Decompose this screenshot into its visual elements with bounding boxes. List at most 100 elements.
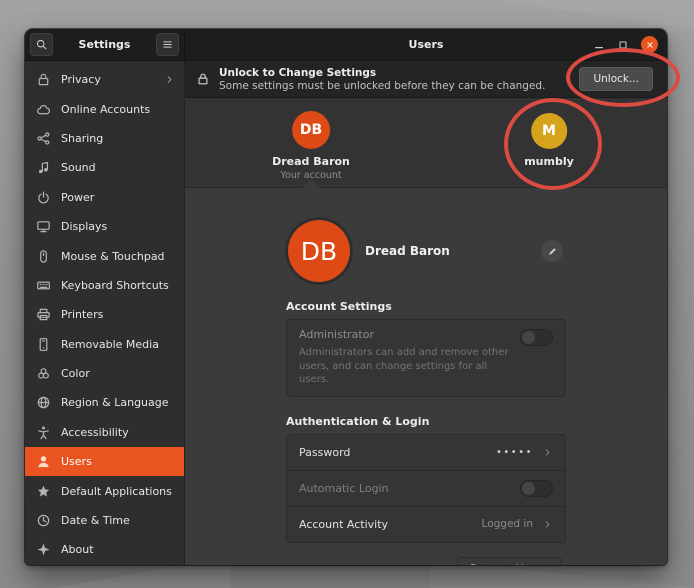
authentication-card: Password ••••• Automatic Login Account A… [286, 434, 566, 543]
power-icon [36, 190, 51, 205]
toggle-knob [522, 482, 535, 495]
remove-user-button[interactable]: Remove User... [457, 557, 562, 566]
automatic-login-toggle[interactable] [520, 480, 553, 497]
sidebar-item-label: Printers [61, 308, 103, 321]
carousel-selected-notch [302, 179, 320, 188]
carousel-user-current[interactable]: DB Dread Baron Your account [272, 111, 350, 181]
search-icon [35, 38, 48, 51]
online-accounts-icon [36, 102, 51, 117]
sidebar-header: Settings [25, 29, 185, 60]
sidebar-item-accessibility[interactable]: Accessibility [25, 418, 184, 447]
minimize-icon [593, 39, 605, 51]
sidebar-item-label: Power [61, 191, 94, 204]
administrator-label: Administrator [299, 328, 553, 341]
wallpaper-shape [494, 0, 694, 29]
chevron-right-icon [542, 447, 553, 458]
account-activity-row[interactable]: Account Activity Logged in [287, 506, 565, 542]
profile-avatar: DB [288, 220, 350, 282]
maximize-button[interactable] [617, 39, 629, 51]
user-detail-panel: DB Dread Baron Account Settings Administ… [185, 188, 667, 565]
sidebar-item-power[interactable]: Power [25, 183, 184, 212]
toggle-knob [522, 331, 535, 344]
chevron-right-icon [164, 74, 175, 85]
sidebar-item-users[interactable]: Users [25, 447, 184, 476]
administrator-toggle[interactable] [520, 329, 553, 346]
sidebar-list: Privacy Online Accounts Sharing Sound Power D… [25, 65, 184, 565]
unlock-button[interactable]: Unlock... [579, 67, 653, 91]
carousel-current-name: Dread Baron [272, 155, 350, 168]
chevron-right-icon [542, 519, 553, 530]
maximize-icon [617, 39, 629, 51]
sidebar-item-keyboard-shortcuts[interactable]: Keyboard Shortcuts [25, 271, 184, 300]
sidebar-item-sound[interactable]: Sound [25, 153, 184, 182]
sidebar-item-default-applications[interactable]: Default Applications [25, 476, 184, 505]
sidebar-item-label: Privacy [61, 73, 101, 86]
sidebar-item-label: Region & Language [61, 396, 169, 409]
sidebar-item-label: Displays [61, 220, 107, 233]
account-activity-value: Logged in [482, 518, 533, 530]
close-icon [645, 40, 655, 50]
password-row[interactable]: Password ••••• [287, 435, 565, 470]
keyboard-icon [36, 278, 51, 293]
administrator-card: Administrator Administrators can add and… [286, 319, 566, 397]
sidebar-item-mouse-touchpad[interactable]: Mouse & Touchpad [25, 241, 184, 270]
privacy-icon [36, 72, 51, 87]
settings-window: Settings Users Privacy Online Accounts Sha… [25, 29, 667, 565]
printers-icon [36, 307, 51, 322]
unlock-banner: Unlock to Change Settings Some settings … [185, 61, 667, 98]
sidebar-item-label: Default Applications [61, 485, 172, 498]
sidebar-item-about[interactable]: About [25, 535, 184, 564]
sidebar-item-displays[interactable]: Displays [25, 212, 184, 241]
carousel-other-avatar: M [531, 113, 567, 149]
page-title: Users [409, 38, 444, 51]
titlebar: Settings Users [25, 29, 667, 61]
carousel-current-avatar: DB [292, 111, 330, 149]
users-icon [36, 454, 51, 469]
minimize-button[interactable] [593, 39, 605, 51]
sidebar-item-removable-media[interactable]: Removable Media [25, 330, 184, 359]
sidebar-item-online-accounts[interactable]: Online Accounts [25, 94, 184, 123]
sidebar-item-label: Users [61, 455, 92, 468]
region-icon [36, 395, 51, 410]
menu-button[interactable] [156, 33, 179, 56]
authentication-heading: Authentication & Login [286, 415, 566, 428]
sidebar-item-label: Mouse & Touchpad [61, 250, 165, 263]
remove-user-row: Remove User... [286, 557, 566, 566]
unlock-title: Unlock to Change Settings [219, 67, 545, 79]
hamburger-menu-icon [161, 38, 174, 51]
close-button[interactable] [641, 36, 658, 53]
sidebar-item-label: Online Accounts [61, 103, 150, 116]
sidebar-item-color[interactable]: Color [25, 359, 184, 388]
sound-icon [36, 160, 51, 175]
sidebar-item-sharing[interactable]: Sharing [25, 124, 184, 153]
content-header: Users [185, 29, 667, 60]
edit-avatar-button[interactable] [540, 239, 564, 263]
sidebar-item-printers[interactable]: Printers [25, 300, 184, 329]
automatic-login-label: Automatic Login [299, 482, 389, 495]
sidebar-item-label: Sharing [61, 132, 103, 145]
password-value: ••••• [496, 447, 533, 458]
mouse-icon [36, 249, 51, 264]
about-icon [36, 542, 51, 557]
sidebar-item-label: Accessibility [61, 426, 129, 439]
sidebar-item-privacy[interactable]: Privacy [25, 65, 184, 94]
sidebar-item-date-time[interactable]: Date & Time [25, 506, 184, 535]
carousel-user-other[interactable]: M mumbly [524, 113, 574, 168]
removable-media-icon [36, 337, 51, 352]
sidebar-item-label: Sound [61, 161, 96, 174]
unlock-subtitle: Some settings must be unlocked before th… [219, 80, 545, 92]
sidebar-item-label: About [61, 543, 94, 556]
search-button[interactable] [30, 33, 53, 56]
sharing-icon [36, 131, 51, 146]
sidebar-item-label: Keyboard Shortcuts [61, 279, 169, 292]
sidebar-item-region-language[interactable]: Region & Language [25, 388, 184, 417]
user-carousel: DB Dread Baron Your account M mumbly [185, 98, 667, 188]
users-panel: Unlock to Change Settings Some settings … [185, 61, 667, 565]
account-settings-heading: Account Settings [286, 300, 566, 313]
sidebar-item-label: Date & Time [61, 514, 130, 527]
sidebar: Privacy Online Accounts Sharing Sound Power D… [25, 61, 185, 565]
app-title: Settings [53, 38, 156, 51]
administrator-description: Administrators can add and remove other … [299, 346, 519, 387]
pencil-icon [547, 246, 558, 257]
lock-icon [196, 72, 210, 86]
